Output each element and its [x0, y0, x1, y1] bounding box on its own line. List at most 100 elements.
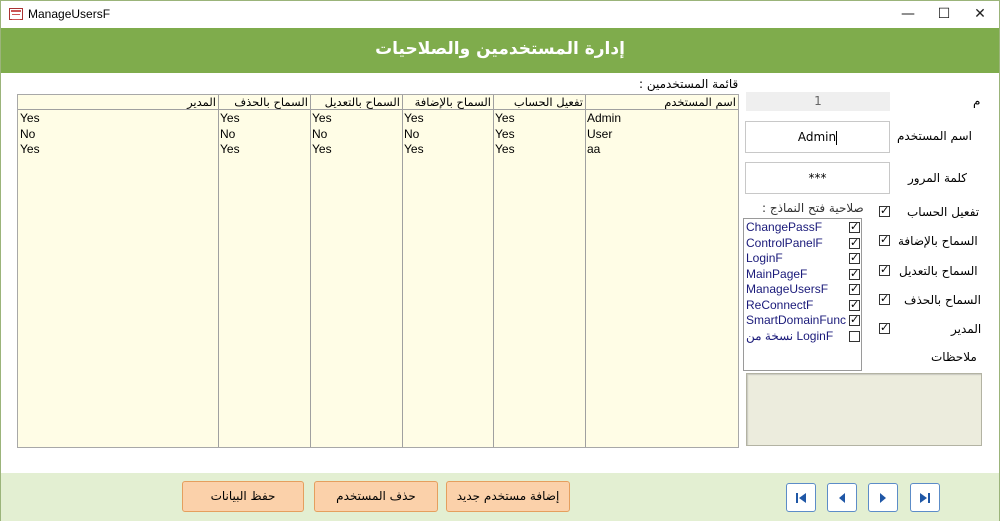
grid-cell[interactable]: aa [585, 142, 738, 157]
grid-header: اسم المستخدم تفعيل الحساب السماح بالإضافة ا… [18, 95, 738, 110]
first-record-button[interactable] [786, 483, 816, 512]
close-button[interactable]: ✕ [962, 1, 998, 28]
list-item[interactable]: SmartDomainFunc [744, 313, 861, 329]
minimize-button[interactable]: — [890, 1, 926, 28]
table-row[interactable]: aa Yes Yes Yes Yes Yes [18, 142, 738, 157]
allow-delete-label: السماح بالحذف [904, 292, 981, 307]
allow-add-checkbox[interactable] [879, 233, 890, 247]
save-data-button[interactable]: حفظ البيانات [182, 481, 304, 512]
table-row[interactable]: User Yes No No No No [18, 127, 738, 142]
grid-column-header[interactable]: اسم المستخدم [585, 95, 738, 110]
previous-record-button[interactable] [827, 483, 857, 512]
form-name: ChangePassF [746, 220, 823, 234]
grid-cell[interactable]: Yes [18, 111, 218, 126]
grid-cell[interactable]: Yes [218, 142, 310, 157]
form-name: ControlPanelF [746, 235, 823, 250]
list-item[interactable]: ManageUsersF [744, 282, 861, 298]
main-area: قائمة المستخدمين : اسم المستخدم تفعيل الح… [1, 73, 999, 473]
window: ManageUsersF — ☐ ✕ إدارة المستخدمين والص… [0, 0, 1000, 521]
form-icon [9, 8, 23, 20]
list-item[interactable]: MainPageF [744, 267, 861, 283]
window-title: ManageUsersF [28, 7, 111, 21]
form-name: نسخة من LoginF [746, 328, 834, 343]
grid-cell[interactable]: Yes [218, 111, 310, 126]
admin-checkbox[interactable] [879, 321, 890, 335]
maximize-button[interactable]: ☐ [926, 1, 962, 28]
id-label: م [973, 94, 981, 108]
form-header: إدارة المستخدمين والصلاحيات [1, 28, 999, 73]
form-permission-checkbox[interactable] [849, 220, 860, 233]
grid-cell[interactable]: No [18, 127, 218, 142]
form-permission-checkbox[interactable] [849, 267, 860, 280]
grid-cell[interactable]: No [402, 127, 493, 142]
admin-label: المدير [951, 322, 982, 337]
previous-record-icon [839, 493, 845, 503]
page-title: إدارة المستخدمين والصلاحيات [375, 39, 625, 59]
password-label: كلمة المرور [908, 171, 968, 185]
add-new-user-button[interactable]: إضافة مستخدم جديد [446, 481, 570, 512]
notes-label: ملاحظات [931, 350, 977, 364]
grid-cell[interactable]: Admin [585, 111, 738, 126]
list-item[interactable]: ChangePassF [744, 220, 861, 236]
grid-cell[interactable]: Yes [310, 111, 402, 126]
grid-column-header[interactable]: السماح بالتعديل [310, 95, 402, 110]
allow-add-label: السماح بالإضافة [898, 234, 978, 249]
grid-column-header[interactable]: تفعيل الحساب [493, 95, 585, 110]
next-record-icon [880, 493, 886, 503]
grid-cell[interactable]: User [585, 127, 738, 142]
users-grid[interactable]: اسم المستخدم تفعيل الحساب السماح بالإضافة ا… [17, 94, 739, 448]
grid-cell[interactable]: No [310, 127, 402, 142]
form-permission-checkbox[interactable] [849, 330, 860, 342]
users-list-label: قائمة المستخدمين : [639, 77, 739, 91]
notes-input[interactable] [746, 373, 982, 446]
last-record-icon [920, 493, 930, 503]
grid-cell[interactable]: Yes [402, 111, 493, 126]
first-record-icon [796, 493, 806, 503]
activate-account-label: تفعيل الحساب [907, 205, 980, 219]
activate-account-checkbox[interactable] [879, 204, 890, 217]
list-item[interactable]: نسخة من LoginF [744, 329, 861, 345]
form-name: ManageUsersF [746, 282, 829, 296]
form-permission-checkbox[interactable] [849, 236, 860, 249]
grid-column-divider [402, 110, 403, 447]
form-permission-checkbox[interactable] [849, 251, 860, 264]
allow-delete-checkbox[interactable] [879, 292, 890, 305]
grid-cell[interactable]: Yes [310, 142, 402, 157]
grid-column-header[interactable]: السماح بالحذف [218, 95, 310, 110]
form-name: LoginF [746, 251, 783, 265]
grid-column-divider [493, 110, 494, 447]
form-permission-checkbox[interactable] [849, 298, 860, 311]
forms-permission-label: صلاحية فتح النماذج : [762, 201, 864, 215]
form-permission-checkbox[interactable] [849, 313, 860, 326]
allow-edit-checkbox[interactable] [879, 263, 890, 276]
table-row[interactable]: Admin Yes Yes Yes Yes Yes [18, 111, 738, 126]
title-bar: ManageUsersF — ☐ ✕ [1, 1, 999, 28]
forms-permission-list[interactable]: ChangePassFControlPanelFLoginFMainPageFM… [743, 218, 862, 371]
grid-column-header[interactable]: المدير [18, 95, 218, 110]
form-name: MainPageF [746, 266, 808, 281]
grid-cell[interactable]: Yes [493, 142, 585, 157]
form-name: SmartDomainFunc [746, 313, 847, 327]
next-record-button[interactable] [868, 483, 898, 512]
username-label: اسم المستخدم [897, 129, 972, 143]
delete-user-button[interactable]: حذف المستخدم [314, 481, 438, 512]
grid-cell[interactable]: Yes [493, 127, 585, 142]
id-field: 1 [746, 92, 890, 111]
list-item[interactable]: ReConnectF [744, 298, 861, 314]
password-input[interactable]: *** [745, 162, 890, 194]
grid-cell[interactable]: Yes [402, 142, 493, 157]
grid-column-divider [310, 110, 311, 447]
allow-edit-label: السماح بالتعديل [899, 263, 978, 278]
form-footer: حفظ البيانات حذف المستخدم إضافة مستخدم ج… [1, 473, 999, 521]
grid-column-divider [218, 110, 219, 447]
grid-cell[interactable]: Yes [18, 142, 218, 157]
last-record-button[interactable] [910, 483, 940, 512]
grid-column-header[interactable]: السماح بالإضافة [402, 95, 493, 110]
grid-cell[interactable]: Yes [493, 111, 585, 126]
grid-cell[interactable]: No [218, 127, 310, 142]
grid-column-divider [585, 110, 586, 447]
username-input[interactable]: Admin [745, 121, 890, 153]
list-item[interactable]: LoginF [744, 251, 861, 267]
form-permission-checkbox[interactable] [849, 282, 860, 295]
list-item[interactable]: ControlPanelF [744, 236, 861, 252]
